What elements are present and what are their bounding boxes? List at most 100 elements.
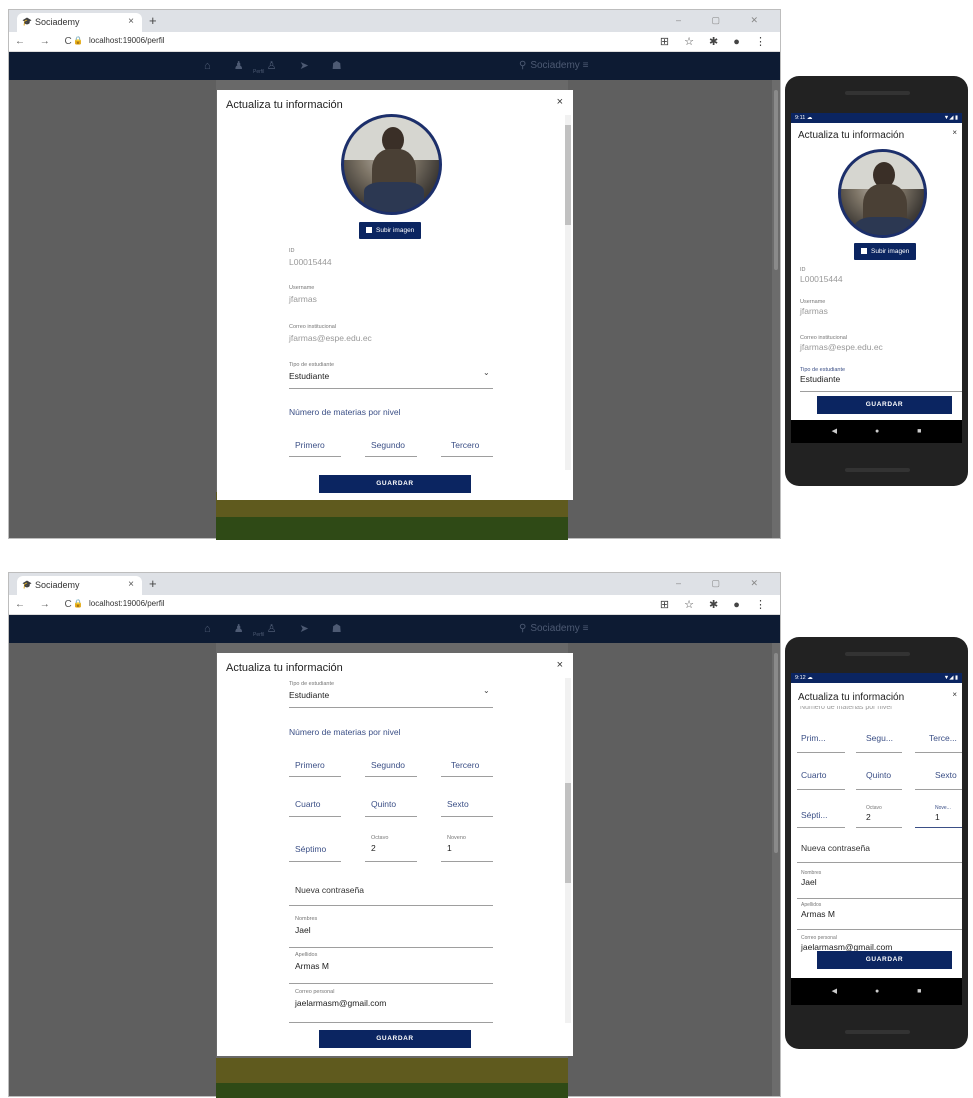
phone-segundo-field[interactable]: Segu... [856,733,902,753]
phone-tercero-field[interactable]: Terce... [915,733,962,753]
primero-field[interactable]: Primero [289,757,341,777]
save-button[interactable]: GUARDAR [319,475,471,493]
tab-bar: 🎓 Sociademy × + – ▢ ✕ [9,10,780,32]
url-field[interactable]: 🔒 localhost:19006/perfil [73,36,165,45]
new-password-field[interactable]: Nueva contraseña [289,882,493,906]
status-icons: ▼◢ ▮ [943,115,958,121]
personal-email-field[interactable]: Correo personal jaelarmasm@gmail.com [289,989,493,1023]
phone-cuarto-field[interactable]: Cuarto [797,770,845,790]
phone-septimo-field[interactable]: Sépti... [797,806,845,828]
android-nav-bar[interactable]: ◀ ● ■ [791,420,962,443]
tercero-field[interactable]: Tercero [441,757,493,777]
modal-scroll-thumb[interactable] [565,125,571,225]
tercero-field[interactable]: Tercero [441,437,493,457]
last-name-field[interactable]: Apellidos Armas M [289,952,493,984]
student-type-label: Tipo de estudiante [289,681,335,687]
browser-tab[interactable]: 🎓 Sociademy × [17,576,142,595]
update-info-modal: Actualiza tu información × Subir imagen … [217,90,573,500]
phone-first-name-label: Nombres [801,870,822,876]
chevron-down-icon[interactable]: ⌄ [483,368,490,377]
segundo-field[interactable]: Segundo [365,757,417,777]
institutional-email-label: Correo institucional [289,324,337,330]
close-icon[interactable]: × [952,128,957,137]
cuarto-field[interactable]: Cuarto [289,796,341,817]
perfil-label: Perfil [253,632,265,638]
extension-icons[interactable]: ⊞ ☆ ✱ ● ⋮ [660,35,772,48]
new-tab-button[interactable]: + [149,13,157,28]
brand[interactable]: ⚲ Sociademy ≡ [519,623,588,634]
phone-tercero-placeholder: Terce... [929,733,957,743]
phone-octavo-field[interactable]: Octavo 2 [856,805,902,828]
phone-upload-image-button[interactable]: Subir imagen [854,243,917,260]
page-scroll-thumb[interactable] [774,653,778,853]
browser-tab[interactable]: 🎓 Sociademy × [17,13,142,32]
noveno-value: 1 [447,843,452,853]
primero-field[interactable]: Primero [289,437,341,457]
septimo-field[interactable]: Séptimo [289,838,341,862]
phone-noveno-value: 1 [935,812,940,822]
status-bar: 9:12 ☁ ▼◢ ▮ [791,673,962,683]
student-type-select[interactable]: Tipo de estudiante Estudiante [289,681,493,708]
octavo-field[interactable]: Octavo 2 [365,835,417,862]
phone-save-button[interactable]: GUARDAR [817,396,952,414]
segundo-field[interactable]: Segundo [365,437,417,457]
phone-last-name-field[interactable]: Apellidos Armas M [797,902,962,930]
noveno-field[interactable]: Noveno 1 [441,835,493,862]
username-field: Username jfarmas [289,285,489,304]
phone-sexto-field[interactable]: Sexto [915,770,962,790]
url-field[interactable]: 🔒 localhost:19006/perfil [73,599,165,608]
android-nav-bar[interactable]: ◀ ● ■ [791,978,962,1005]
phone-username-label: Username [800,299,826,305]
modal-title: Actualiza tu información [226,99,343,111]
last-name-value: Armas M [295,961,329,971]
username-label: Username [289,285,315,291]
phone-primero-placeholder: Prim... [801,733,826,743]
upload-image-button[interactable]: Subir imagen [359,222,422,239]
phone-new-password-field[interactable]: Nueva contraseña [797,843,962,863]
student-type-select[interactable]: Tipo de estudiante Estudiante [289,362,493,389]
menu-icon[interactable]: ≡ [583,60,589,71]
close-icon[interactable]: × [128,579,134,590]
close-icon[interactable]: × [557,659,563,671]
phone-primero-field[interactable]: Prim... [797,733,845,753]
phone-first-name-field[interactable]: Nombres Jael [797,870,962,899]
close-icon[interactable]: × [557,96,563,108]
new-tab-button[interactable]: + [149,576,157,591]
close-icon[interactable]: × [128,16,134,27]
modal-scrollbar[interactable] [565,115,571,470]
nav-buttons[interactable]: ← → C [15,599,78,610]
page-scroll-thumb[interactable] [774,90,778,270]
nav-icons[interactable]: ⌂ ♟ ♙ ➤ ☗ [204,622,352,635]
phone-chin [845,468,910,472]
android-nav-buttons[interactable]: ◀ ● ■ [832,428,922,435]
search-icon[interactable]: ⚲ [519,60,526,71]
nav-buttons[interactable]: ← → C [15,36,78,47]
search-icon[interactable]: ⚲ [519,623,526,634]
perfil-label: Perfil [253,69,265,75]
id-label: ID [289,248,295,254]
close-icon[interactable]: × [952,690,957,699]
quinto-field[interactable]: Quinto [365,796,417,817]
page-scrollbar[interactable] [772,643,780,1096]
modal-scroll-thumb[interactable] [565,783,571,883]
page-scrollbar[interactable] [772,80,780,538]
phone-save-button[interactable]: GUARDAR [817,951,952,969]
window-controls[interactable]: – ▢ ✕ [676,578,772,589]
phone-noveno-field[interactable]: Nove... 1 [915,805,962,828]
app-navbar: ⌂ ♟ ♙ ➤ ☗ Perfil ⚲ Sociademy ≡ [9,52,780,80]
nav-icons[interactable]: ⌂ ♟ ♙ ➤ ☗ [204,59,352,72]
menu-icon[interactable]: ≡ [583,623,589,634]
phone-student-type-select[interactable]: Tipo de estudiante Estudiante [800,367,962,392]
chevron-down-icon[interactable]: ⌄ [483,686,490,695]
phone-quinto-field[interactable]: Quinto [856,770,902,790]
brand[interactable]: ⚲ Sociademy ≡ [519,60,588,71]
phone-sexto-placeholder: Sexto [935,770,957,780]
android-nav-buttons[interactable]: ◀ ● ■ [832,988,922,995]
extension-icons[interactable]: ⊞ ☆ ✱ ● ⋮ [660,598,772,611]
phone-institutional-email-value: jfarmas@espe.edu.ec [800,342,883,352]
modal-scrollbar[interactable] [565,678,571,1023]
window-controls[interactable]: – ▢ ✕ [676,15,772,26]
sexto-field[interactable]: Sexto [441,796,493,817]
first-name-field[interactable]: Nombres Jael [289,916,493,948]
save-button[interactable]: GUARDAR [319,1030,471,1048]
